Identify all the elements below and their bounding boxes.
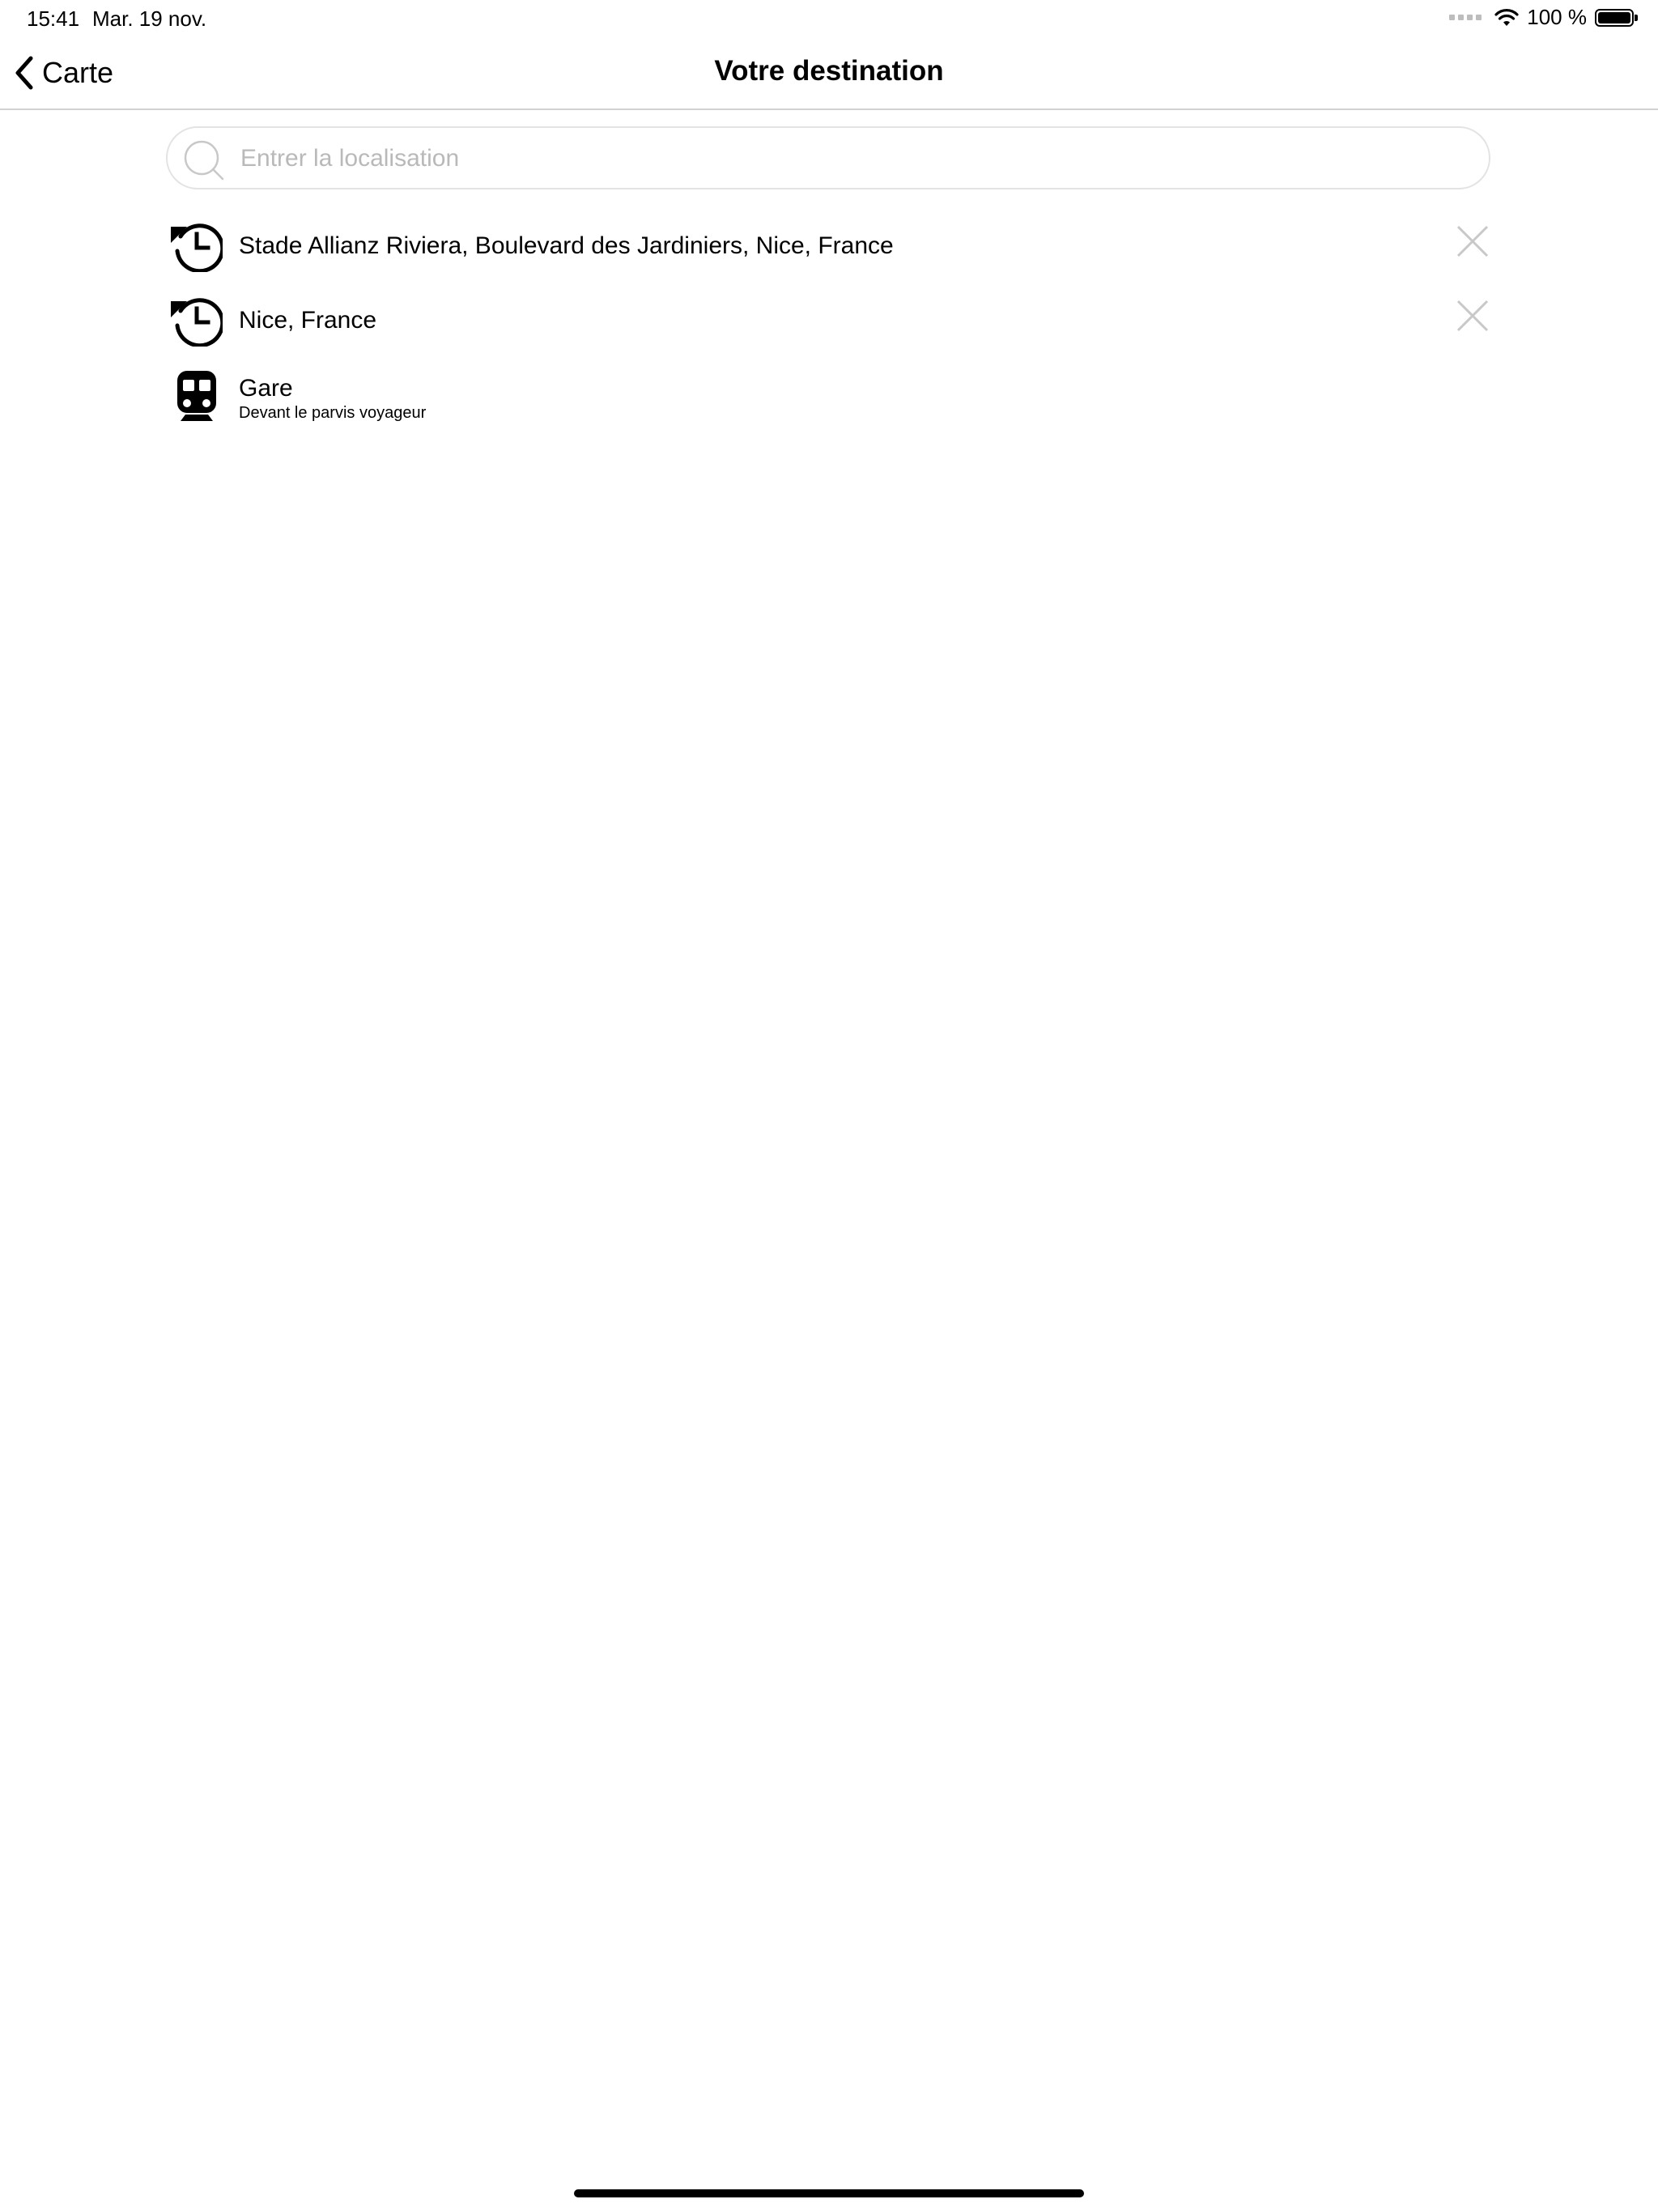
result-list: Stade Allianz Riviera, Boulevard des Jar… bbox=[166, 212, 1490, 436]
list-item-text: Gare Devant le parvis voyageur bbox=[239, 361, 426, 423]
status-indicators: 100 % bbox=[1449, 5, 1638, 30]
list-item-history[interactable]: Stade Allianz Riviera, Boulevard des Jar… bbox=[166, 212, 1490, 287]
nav-bar: Carte Votre destination bbox=[0, 39, 1658, 110]
remove-history-button[interactable] bbox=[1455, 298, 1490, 334]
history-icon bbox=[171, 223, 223, 272]
status-date: Mar. 19 nov. bbox=[92, 6, 207, 31]
list-item-title: Stade Allianz Riviera, Boulevard des Jar… bbox=[239, 232, 894, 259]
list-item-text: Stade Allianz Riviera, Boulevard des Jar… bbox=[239, 212, 894, 261]
status-bar: 15:41 Mar. 19 nov. 100 % bbox=[0, 0, 1658, 39]
list-item-title: Nice, France bbox=[239, 307, 377, 334]
search-field[interactable] bbox=[166, 126, 1490, 189]
list-item-text: Nice, France bbox=[239, 287, 376, 335]
battery-fill bbox=[1598, 11, 1630, 23]
search-input[interactable] bbox=[239, 136, 1465, 181]
list-item-subtitle: Devant le parvis voyageur bbox=[239, 404, 427, 422]
search-icon bbox=[184, 140, 224, 181]
battery-percent: 100 % bbox=[1527, 5, 1587, 29]
status-time: 15:41 bbox=[27, 6, 80, 31]
battery-icon bbox=[1595, 8, 1638, 27]
history-icon bbox=[171, 298, 223, 347]
list-item-title: Gare bbox=[239, 375, 293, 402]
list-item-history[interactable]: Nice, France bbox=[166, 287, 1490, 361]
home-indicator[interactable] bbox=[574, 2189, 1084, 2197]
wifi-icon bbox=[1494, 8, 1519, 26]
remove-history-button[interactable] bbox=[1455, 223, 1490, 259]
list-item-station[interactable]: Gare Devant le parvis voyageur bbox=[166, 361, 1490, 436]
page-title: Votre destination bbox=[714, 55, 944, 87]
cellular-icon bbox=[1449, 15, 1482, 20]
train-icon bbox=[177, 371, 216, 421]
destination-screen: 15:41 Mar. 19 nov. 100 % Carte Votre des bbox=[0, 0, 1658, 2212]
